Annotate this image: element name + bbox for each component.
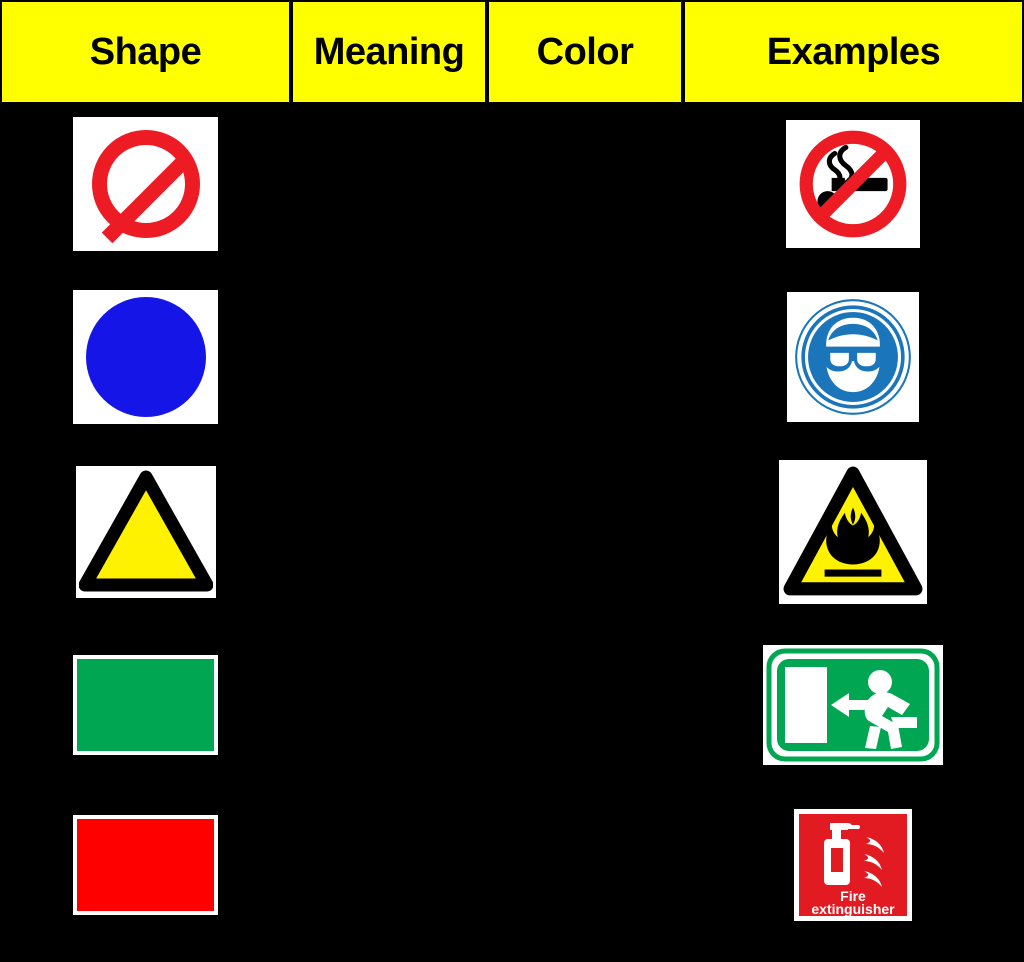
cell-examples-row3: [682, 460, 1024, 604]
cell-meaning-row1: [291, 114, 487, 254]
table-row: [0, 644, 1024, 765]
cell-color-row1: [487, 114, 682, 254]
blue-circle-icon: [73, 290, 218, 424]
emergency-exit-sign-icon: [763, 644, 943, 765]
yellow-triangle-icon: [75, 466, 216, 598]
cell-shape-row3: [0, 462, 291, 602]
table-row: Fire extinguisher: [0, 807, 1024, 922]
no-smoking-sign-icon: [786, 120, 920, 248]
cell-shape-row2: [0, 287, 291, 427]
cell-examples-row1: [682, 114, 1024, 254]
column-header-meaning: Meaning: [293, 2, 485, 102]
table-row: [0, 287, 1024, 427]
flammable-warning-sign-icon: [779, 460, 927, 604]
cell-examples-row4: [682, 644, 1024, 765]
column-header-color-label: Color: [536, 31, 634, 73]
column-header-examples: Examples: [685, 2, 1022, 102]
cell-meaning-row2: [291, 287, 487, 427]
red-rectangle-graphic: [77, 818, 214, 911]
column-header-shape-label: Shape: [89, 31, 202, 73]
cell-color-row4: [487, 647, 682, 762]
cell-shape-row5: [0, 807, 291, 922]
prohibition-circle-graphic: [91, 130, 200, 238]
cell-examples-row2: [682, 287, 1024, 427]
table-header-row: Shape Meaning Color Examples: [0, 2, 1024, 102]
column-header-shape: Shape: [2, 2, 289, 102]
green-rectangle-graphic: [77, 658, 214, 751]
column-header-color: Color: [489, 2, 681, 102]
cell-shape-row4: [0, 647, 291, 762]
table-row: [0, 460, 1024, 604]
column-header-meaning-label: Meaning: [313, 31, 465, 73]
fire-extinguisher-sign-icon: Fire extinguisher: [794, 808, 912, 921]
green-rectangle-icon: [73, 654, 218, 755]
cell-meaning-row5: [291, 807, 487, 922]
blue-circle-graphic: [85, 297, 206, 417]
safety-signs-table: Shape Meaning Color Examples Fire exting…: [0, 0, 1024, 962]
cell-color-row3: [487, 462, 682, 602]
cell-color-row5: [487, 807, 682, 922]
table-row: [0, 114, 1024, 254]
cell-shape-row1: [0, 114, 291, 254]
cell-meaning-row4: [291, 647, 487, 762]
column-header-examples-label: Examples: [766, 31, 941, 73]
eye-protection-sign-icon: [787, 292, 919, 422]
table-body: Fire extinguisher: [0, 102, 1024, 962]
cell-examples-row5: Fire extinguisher: [682, 807, 1024, 922]
red-rectangle-icon: [73, 814, 218, 915]
cell-meaning-row3: [291, 462, 487, 602]
cell-color-row2: [487, 287, 682, 427]
fire-extinguisher-label-line2: extinguisher: [811, 901, 895, 917]
prohibition-circle-icon: [73, 117, 218, 251]
